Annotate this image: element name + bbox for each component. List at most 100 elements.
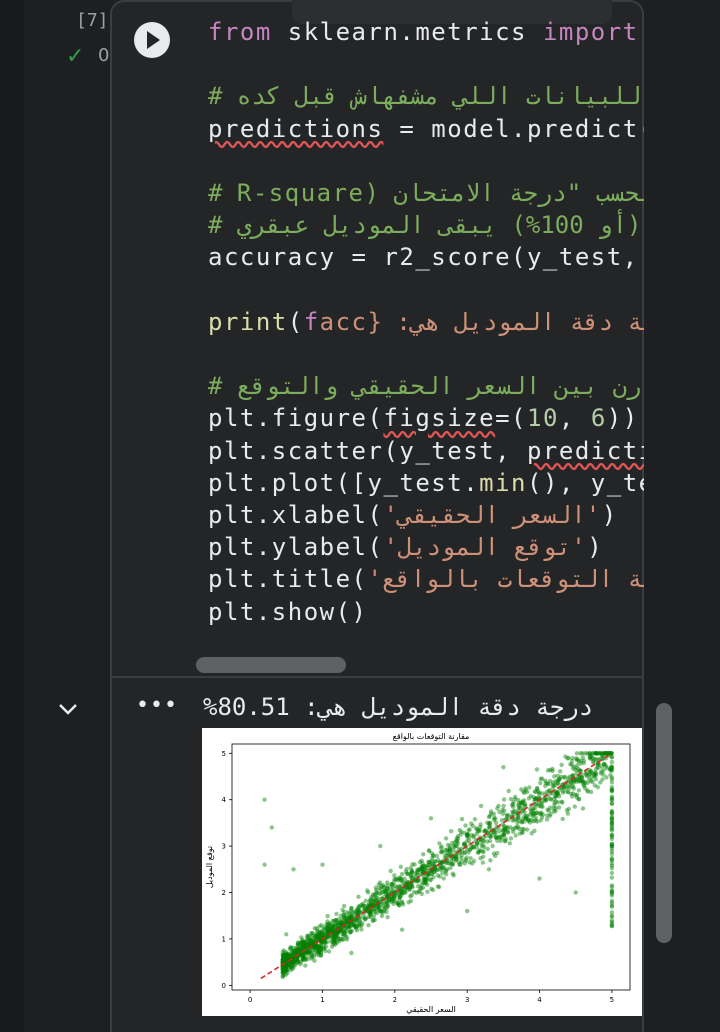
code-token: plt.ylabel(: [208, 533, 384, 562]
scatter-point: [344, 937, 349, 942]
scatter-point: [609, 875, 615, 880]
scatter-point: [366, 914, 372, 919]
scatter-point: [570, 755, 575, 761]
more-options-button[interactable]: •••: [136, 693, 178, 718]
scatter-point: [537, 876, 542, 881]
scatter-point: [385, 915, 390, 920]
scatter-point: [396, 884, 402, 890]
scatter-point: [572, 804, 577, 809]
scatter-point: [354, 928, 360, 933]
scatter-point: [585, 780, 591, 785]
x-tick-label: 3: [465, 996, 469, 1004]
scatter-point: [529, 831, 534, 836]
scatter-point: [475, 850, 481, 855]
code-line: plt.show(): [208, 598, 368, 626]
scatter-point: [478, 803, 484, 809]
horizontal-scrollbar[interactable]: [196, 657, 346, 673]
code-token: 'توقع الموديل': [383, 533, 588, 562]
scatter-point: [499, 818, 505, 823]
scatter-point: [370, 895, 376, 900]
scatter-point: [545, 768, 551, 773]
scatter-point: [503, 838, 508, 844]
scatter-point: [479, 843, 484, 849]
scatter-point: [494, 835, 499, 840]
code-token: #: [208, 82, 237, 111]
scatter-point: [595, 784, 600, 790]
y-tick-label: 2: [222, 889, 226, 897]
scatter-point: [508, 825, 513, 830]
scatter-point: [580, 806, 586, 811]
code-token: (: [287, 307, 304, 336]
scatter-point: [498, 838, 503, 844]
scatter-point: [291, 867, 296, 872]
scatter-point: [519, 820, 524, 825]
code-token: plt.show(): [208, 597, 368, 626]
scatter-point: [515, 820, 520, 826]
scatter-point: [365, 888, 370, 893]
output-text: %درجة دقة الموديل هي: 80.51: [203, 693, 594, 721]
scatter-point: [431, 875, 436, 880]
code-token: #: [208, 372, 237, 401]
code-line: # الأسعار للبيانات اللي مشفهاش قبل كده: [208, 82, 644, 110]
scatter-point: [544, 817, 550, 822]
code-token: =(: [495, 404, 528, 433]
scatter-point: [573, 890, 578, 895]
scatter-point: [472, 817, 478, 822]
scatter-point: [566, 806, 571, 812]
code-token: الأسعار للبيانات اللي مشفهاش قبل كده: [236, 82, 642, 111]
scatter-point: [399, 871, 405, 877]
x-axis-label: السعر الحقيقي: [406, 1005, 456, 1014]
scatter-point: [609, 913, 615, 918]
scatter-point: [437, 841, 442, 846]
scatter-point: [378, 887, 383, 892]
scatter-point: [321, 943, 326, 948]
scatter-point: [495, 806, 500, 811]
scatter-point: [501, 797, 507, 802]
code-token: 10: [527, 404, 559, 433]
scatter-point: [332, 937, 337, 942]
code-token: plt.plot([y_test.: [208, 468, 480, 497]
collapse-output-button[interactable]: [56, 697, 80, 725]
scatter-point: [590, 779, 595, 785]
chart-svg: 0 1 2 3 4 5 0 1 2 3 4 5 مقارنة التوقعات بالواقع السعر…: [205, 732, 631, 1014]
code-line: plt.xlabel('السعر الحقيقي'): [208, 501, 618, 529]
scatter-point: [609, 870, 615, 876]
scatter-point: [543, 797, 549, 802]
scatter-point: [428, 816, 434, 821]
code-token: 'السعر الحقيقي': [383, 501, 602, 529]
code-line: # ن 1 (أو 100%) يبقى الموديل عبقري: [208, 211, 644, 239]
scatter-point: [450, 871, 455, 876]
code-token: (), y_te: [527, 468, 644, 497]
scatter-point: [427, 848, 432, 854]
scatter-point: [487, 820, 492, 826]
vertical-scrollbar[interactable]: [656, 703, 672, 943]
code-line: plt.plot([y_test.min(), y_te: [208, 469, 644, 497]
scatter-point: [381, 908, 386, 914]
run-cell-button[interactable]: [134, 22, 170, 58]
execution-count: [7]: [76, 10, 109, 31]
scatter-point: [576, 788, 582, 793]
scatter-point: [262, 797, 267, 802]
scatter-point: [593, 777, 599, 782]
scatter-point: [560, 800, 565, 805]
scatter-point: [555, 780, 560, 786]
code-token: 6: [590, 404, 607, 433]
code-editor[interactable]: from sklearn.metrics import # الأسعار للب…: [208, 18, 644, 648]
scatter-point: [511, 800, 516, 805]
scatter-point: [463, 823, 468, 828]
scatter-point: [356, 894, 361, 899]
code-line: accuracy = r2_score(y_test,: [208, 243, 644, 271]
scatter-point: [342, 903, 347, 909]
code-token: predicti: [526, 436, 644, 465]
scatter-point: [609, 903, 615, 908]
scatter-point: [551, 805, 557, 811]
scatter-point: [322, 939, 328, 944]
scatter-point: [507, 841, 512, 846]
cell-gutter: [7] ✓ 0s: [24, 0, 119, 1032]
scatter-point: [342, 913, 347, 918]
scatter-point: [303, 954, 308, 959]
scatter-point: [474, 840, 479, 845]
scatter-point: [284, 932, 289, 937]
scatter-point: [546, 808, 551, 813]
scatter-point: [425, 865, 430, 871]
